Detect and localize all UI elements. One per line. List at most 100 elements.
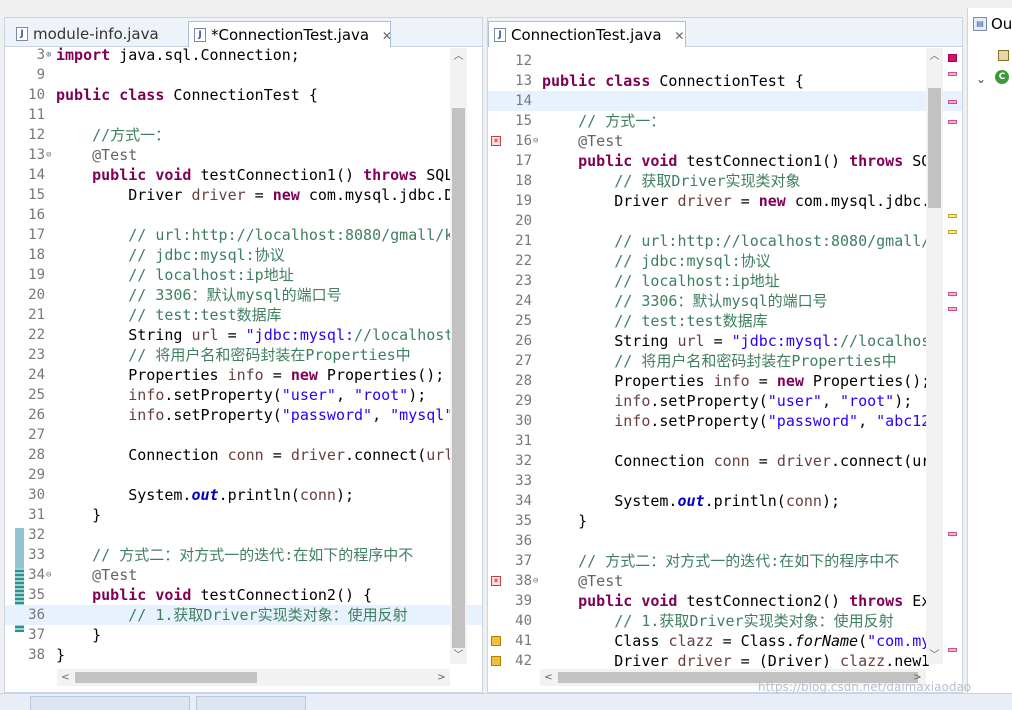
code-line[interactable]: 34 System.out.println(conn); xyxy=(488,491,962,511)
tab-connectiontest-dirty[interactable]: J *ConnectionTest.java ✕ xyxy=(188,21,392,47)
code-line[interactable]: 36 // 1.获取Driver实现类对象：使用反射 xyxy=(5,605,482,625)
code-line[interactable]: 14 public void testConnection1() throws … xyxy=(5,165,482,185)
left-vertical-scrollbar[interactable]: ︿ ﹀ xyxy=(450,48,467,664)
code-line[interactable]: 29 xyxy=(5,465,482,485)
chevron-down-icon[interactable]: ⌄ xyxy=(976,72,986,86)
code-line[interactable]: 27 // 将用户名和密码封装在Properties中 xyxy=(488,351,962,371)
bottom-tab[interactable] xyxy=(30,696,190,710)
tab-connectiontest[interactable]: J ConnectionTest.java ✕ xyxy=(488,21,686,47)
code-line[interactable]: 42 Driver driver = (Driver) clazz.newI xyxy=(488,651,962,671)
scroll-left-arrow[interactable]: < xyxy=(540,669,557,686)
code-line[interactable]: 37 } xyxy=(5,625,482,645)
code-line[interactable]: 30 System.out.println(conn); xyxy=(5,485,482,505)
code-line[interactable]: 40 // 1.获取Driver实现类对象：使用反射 xyxy=(488,611,962,631)
error-marker[interactable] xyxy=(948,72,957,76)
code-line[interactable]: 29 info.setProperty("user", "root"); xyxy=(488,391,962,411)
code-line[interactable]: 21 // url:http://localhost:8080/gmall/ xyxy=(488,231,962,251)
code-line[interactable]: 26 String url = "jdbc:mysql://localhos xyxy=(488,331,962,351)
code-line[interactable]: 30 info.setProperty("password", "abc12 xyxy=(488,411,962,431)
code-line[interactable]: 25 // test:test数据库 xyxy=(488,311,962,331)
code-line[interactable]: 25 info.setProperty("user", "root"); xyxy=(5,385,482,405)
scroll-left-arrow[interactable]: < xyxy=(57,669,74,686)
code-line[interactable]: 12 //方式一： xyxy=(5,125,482,145)
warning-marker[interactable] xyxy=(948,214,957,218)
code-line[interactable]: 41 Class clazz = Class.forName("com.my xyxy=(488,631,962,651)
code-line[interactable]: 32 Connection conn = driver.connect(ur xyxy=(488,451,962,471)
code-line[interactable]: 34 ⊖ @Test xyxy=(5,565,482,585)
code-line[interactable]: 17 // url:http://localhost:8080/gmall/k xyxy=(5,225,482,245)
code-line[interactable]: 23 // 将用户名和密码封装在Properties中 xyxy=(5,345,482,365)
code-line[interactable]: 36 xyxy=(488,531,962,551)
code-line[interactable]: 38} xyxy=(5,645,482,665)
code-line[interactable]: 27 xyxy=(5,425,482,445)
code-line[interactable]: 33 xyxy=(488,471,962,491)
code-line[interactable]: 22 // jdbc:mysql:协议 xyxy=(488,251,962,271)
code-line[interactable]: 11 xyxy=(5,105,482,125)
code-line[interactable]: 22 String url = "jdbc:mysql://localhost xyxy=(5,325,482,345)
error-marker[interactable] xyxy=(948,292,957,296)
warning-icon[interactable] xyxy=(491,636,501,646)
error-icon[interactable]: × xyxy=(491,136,501,146)
error-marker[interactable] xyxy=(948,100,957,104)
fold-collapse-icon[interactable]: ⊖ xyxy=(46,145,51,165)
code-line[interactable]: 15 // 方式一： xyxy=(488,111,962,131)
fold-collapse-icon[interactable]: ⊖ xyxy=(533,131,538,151)
code-line[interactable]: 35 public void testConnection2() { xyxy=(5,585,482,605)
tab-module-info[interactable]: J module-info.java xyxy=(11,21,181,47)
code-line[interactable]: 3 ⊕ import java.sql.Connection; xyxy=(5,45,482,65)
outline-title[interactable]: Ou xyxy=(991,15,1012,33)
overview-ruler[interactable] xyxy=(945,48,959,664)
code-line[interactable]: 12 xyxy=(488,51,962,71)
code-line[interactable]: 13 ⊖ @Test xyxy=(5,145,482,165)
code-line[interactable]: 24 Properties info = new Properties(); xyxy=(5,365,482,385)
code-line[interactable]: 15 Driver driver = new com.mysql.jdbc.D xyxy=(5,185,482,205)
error-marker[interactable] xyxy=(948,120,957,124)
code-line[interactable]: 26 info.setProperty("password", "mysql" xyxy=(5,405,482,425)
import-declarations-icon[interactable] xyxy=(998,50,1009,61)
code-line[interactable]: 21 // test:test数据库 xyxy=(5,305,482,325)
code-line[interactable]: 13 public class ConnectionTest { xyxy=(488,71,962,91)
close-icon[interactable]: ✕ xyxy=(674,23,684,49)
code-line[interactable]: 38 ⊖ × @Test xyxy=(488,571,962,591)
code-line[interactable]: 28 Properties info = new Properties(); xyxy=(488,371,962,391)
code-line[interactable]: 23 // localhost:ip地址 xyxy=(488,271,962,291)
code-line[interactable]: 9 xyxy=(5,65,482,85)
left-horizontal-scrollbar[interactable]: < > xyxy=(57,669,450,686)
code-line[interactable]: 19 // localhost:ip地址 xyxy=(5,265,482,285)
code-line[interactable]: 18 // jdbc:mysql:协议 xyxy=(5,245,482,265)
scroll-thumb[interactable] xyxy=(928,88,941,208)
code-line[interactable]: 19 Driver driver = new com.mysql.jdbc. xyxy=(488,191,962,211)
fold-collapse-icon[interactable]: ⊖ xyxy=(533,571,538,591)
code-line[interactable]: 37 // 方式二：对方式一的迭代:在如下的程序中不 xyxy=(488,551,962,571)
scroll-thumb[interactable] xyxy=(75,672,257,683)
code-line[interactable]: 17 public void testConnection1() throws … xyxy=(488,151,962,171)
error-marker[interactable] xyxy=(948,307,957,311)
warning-icon[interactable] xyxy=(491,656,501,666)
scroll-up-arrow[interactable]: ︿ xyxy=(926,48,943,65)
code-line[interactable]: 16 ⊖ × @Test xyxy=(488,131,962,151)
code-line[interactable]: 20 // 3306：默认mysql的端口号 xyxy=(5,285,482,305)
scroll-down-arrow[interactable]: ﹀ xyxy=(450,647,467,664)
scroll-thumb[interactable] xyxy=(452,108,465,648)
error-icon[interactable]: × xyxy=(491,576,501,586)
class-icon[interactable]: C xyxy=(995,70,1009,84)
warning-marker[interactable] xyxy=(948,230,957,234)
code-line[interactable]: 28 Connection conn = driver.connect(url xyxy=(5,445,482,465)
code-line[interactable]: 20 xyxy=(488,211,962,231)
code-line[interactable]: 31 xyxy=(488,431,962,451)
right-vertical-scrollbar[interactable]: ︿ ﹀ xyxy=(926,48,943,664)
scroll-up-arrow[interactable]: ︿ xyxy=(450,48,467,65)
fold-expand-icon[interactable]: ⊕ xyxy=(46,45,51,65)
scroll-right-arrow[interactable]: > xyxy=(433,669,450,686)
code-line[interactable]: 35 } xyxy=(488,511,962,531)
code-line[interactable]: 32 xyxy=(5,525,482,545)
fold-collapse-icon[interactable]: ⊖ xyxy=(46,565,51,585)
code-line[interactable]: 39 public void testConnection2() throws … xyxy=(488,591,962,611)
code-line[interactable]: 31 } xyxy=(5,505,482,525)
error-summary-marker[interactable] xyxy=(948,54,957,62)
code-line[interactable]: 33 // 方式二：对方式一的迭代:在如下的程序中不 xyxy=(5,545,482,565)
code-line[interactable]: 18 // 获取Driver实现类对象 xyxy=(488,171,962,191)
code-line[interactable]: 14 xyxy=(488,91,962,111)
scroll-down-arrow[interactable]: ﹀ xyxy=(926,647,943,664)
error-marker[interactable] xyxy=(948,532,957,536)
